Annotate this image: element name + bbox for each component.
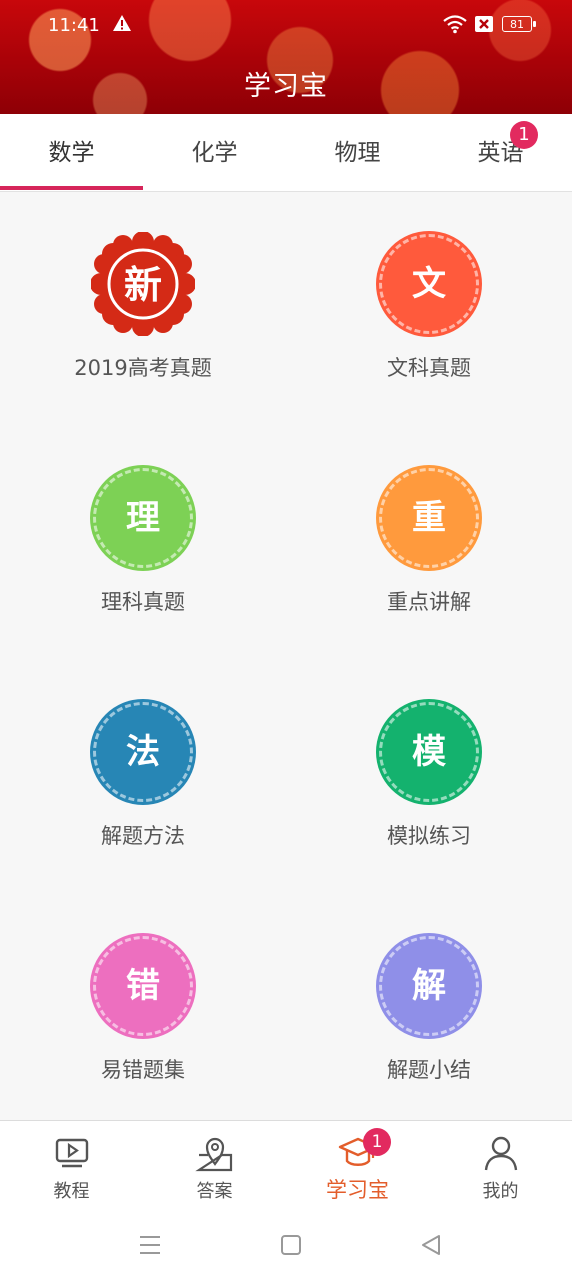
fa-icon: 法 [93, 702, 193, 802]
video-play-icon [55, 1138, 88, 1168]
feature-grid: 新 2019高考真题 文 文科真题 理 理科真题 重 重点讲解 法 解题方法 模… [0, 192, 572, 1120]
svg-text:新: 新 [124, 263, 162, 307]
wifi-icon [443, 15, 467, 34]
icon-glyph: 重 [412, 498, 446, 538]
grid-item-methods[interactable]: 法 解题方法 [0, 660, 286, 894]
grid-item-gaokao-2019[interactable]: 新 2019高考真题 [0, 192, 286, 426]
icon-glyph: 文 [412, 264, 446, 304]
grid-item-summary[interactable]: 解 解题小结 [286, 894, 572, 1128]
home-icon[interactable] [278, 1232, 304, 1258]
page-title: 学习宝 [244, 71, 328, 102]
jie-icon: 解 [379, 936, 479, 1036]
nav-study-treasure[interactable]: 学习宝 [286, 1121, 429, 1211]
battery-icon: 81 [502, 16, 536, 32]
grid-item-label: 易错题集 [101, 1058, 185, 1082]
icon-glyph: 模 [412, 732, 446, 772]
icon-glyph: 解 [412, 966, 446, 1006]
app-header: 11:41 81 学习宝 [0, 0, 572, 114]
menu-icon[interactable] [137, 1232, 163, 1258]
system-navigation-bar [0, 1210, 572, 1280]
icon-glyph: 理 [126, 498, 160, 538]
tab-english[interactable]: 英语 [429, 114, 572, 191]
icon-glyph: 错 [126, 966, 160, 1006]
status-bar: 11:41 81 [0, 0, 572, 50]
status-time: 11:41 [48, 15, 100, 36]
user-icon [484, 1136, 517, 1171]
icon-glyph: 法 [126, 732, 160, 772]
grid-item-science[interactable]: 理 理科真题 [0, 426, 286, 660]
grid-item-label: 解题小结 [387, 1058, 471, 1082]
grid-item-key-points[interactable]: 重 重点讲解 [286, 426, 572, 660]
nav-answers[interactable]: 答案 [143, 1121, 286, 1211]
grid-item-label: 解题方法 [101, 824, 185, 848]
wen-icon: 文 [379, 234, 479, 334]
nav-tutorial[interactable]: 教程 [0, 1121, 143, 1211]
cuo-icon: 错 [93, 936, 193, 1036]
mo-icon: 模 [379, 702, 479, 802]
tab-physics[interactable]: 物理 [286, 114, 429, 191]
nav-label: 教程 [53, 1181, 90, 1202]
tab-math[interactable]: 数学 [0, 114, 143, 191]
grid-item-liberal-arts[interactable]: 文 文科真题 [286, 192, 572, 426]
subject-tabs: 数学 化学 物理 英语 [0, 114, 572, 192]
tab-active-indicator [0, 186, 143, 190]
grid-item-label: 文科真题 [387, 356, 471, 380]
grid-item-mistakes[interactable]: 错 易错题集 [0, 894, 286, 1128]
warning-icon [113, 15, 131, 31]
map-pin-icon [194, 1137, 232, 1172]
notification-icon [475, 16, 493, 32]
nav-profile[interactable]: 我的 [429, 1121, 572, 1211]
tab-chemistry[interactable]: 化学 [143, 114, 286, 191]
li-icon: 理 [93, 468, 193, 568]
tab-english-badge: 1 [510, 121, 538, 149]
nav-label: 我的 [482, 1181, 519, 1202]
nav-label: 答案 [196, 1181, 233, 1202]
new-seal-icon: 新 [91, 232, 195, 336]
grid-item-label: 模拟练习 [387, 824, 471, 848]
grid-item-label: 2019高考真题 [74, 356, 212, 380]
grid-item-mock-practice[interactable]: 模 模拟练习 [286, 660, 572, 894]
zhong-icon: 重 [379, 468, 479, 568]
nav-label: 学习宝 [326, 1178, 389, 1202]
grid-item-label: 理科真题 [101, 590, 185, 614]
nav-study-treasure-badge: 1 [363, 1128, 391, 1156]
back-icon[interactable] [418, 1232, 444, 1258]
grid-item-label: 重点讲解 [387, 590, 471, 614]
bottom-nav: 教程 答案 学习宝 我的 [0, 1120, 572, 1211]
